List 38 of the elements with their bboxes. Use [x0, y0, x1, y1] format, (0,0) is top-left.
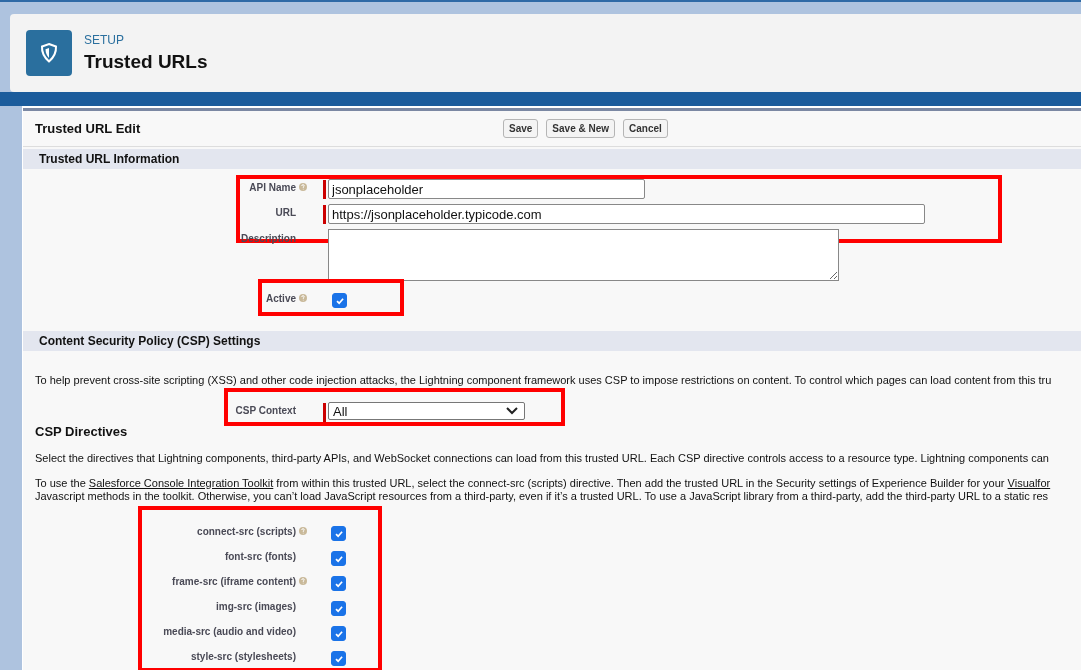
shield-icon — [26, 30, 72, 76]
checkbox[interactable] — [332, 293, 347, 308]
edit-title: Trusted URL Edit — [35, 121, 142, 136]
checkbox[interactable] — [331, 601, 346, 616]
field-label: Active — [266, 293, 296, 304]
directive-label: img-src (images) — [215, 601, 296, 612]
directive-label: style-src (stylesheets) — [190, 651, 296, 662]
section-title: Content Security Policy (CSP) Settings — [39, 334, 261, 348]
directive-label: font-src (fonts) — [224, 551, 296, 562]
checkbox[interactable] — [331, 551, 346, 566]
context-select[interactable]: All — [328, 402, 525, 420]
field-label: URL — [275, 207, 296, 218]
directive-label: frame-src (iframe content) — [172, 576, 296, 587]
checkbox[interactable] — [331, 526, 346, 541]
form-button[interactable]: Save & New — [546, 119, 616, 138]
field-label: CSP Context — [235, 405, 296, 416]
section-title: Trusted URL Information — [39, 152, 180, 166]
directive-label: connect-src (scripts) — [197, 526, 296, 537]
form-button[interactable]: Save — [503, 119, 539, 138]
field-label: API Name — [249, 182, 296, 193]
description-text: Select the directives that Lightning components, third-party APIs, and WebSocket connections can load from this trusted URL. Each CSP directive controls access to a resource type. Lightning components can — [35, 451, 1049, 465]
subsection-title: CSP Directives — [35, 424, 129, 439]
checkbox[interactable] — [331, 626, 346, 641]
directive-label: media-src (audio and video) — [163, 626, 296, 637]
text-link[interactable]: Salesforce Console Integration Toolkit — [88, 477, 274, 489]
field-label: Description — [241, 233, 296, 244]
text-field[interactable]: https://jsonplaceholder.typicode.com — [328, 204, 925, 224]
description-text: To use the Salesforce Console Integration Toolkit from within this trusted URL, select the connect-src (scripts) directive. Then add the trusted URL in the Security settings of Experience Builder for your Visualfor — [35, 477, 1051, 490]
text-link[interactable]: Visualfor — [1007, 477, 1051, 489]
breadcrumb: SETUP — [84, 33, 125, 47]
checkbox[interactable] — [331, 651, 346, 666]
description-text: Javascript methods in the toolkit. Otherwise, you can’t load JavaScript resources from a third-party, even if it’s a trusted URL. To use a JavaScript library from a third-party, add the third-party URL to a static res — [35, 490, 1049, 503]
caret-icon — [506, 407, 518, 415]
text-field[interactable]: jsonplaceholder — [328, 179, 645, 199]
intro-text: To help prevent cross-site scripting (XSS) and other code injection attacks, the Lightning component framework uses CSP to impose restrictions on content. To control which pages can load content from this tru — [35, 373, 1052, 387]
checkbox[interactable] — [331, 576, 346, 591]
form-button[interactable]: Cancel — [623, 119, 668, 138]
page-title: Trusted URLs — [84, 51, 208, 73]
